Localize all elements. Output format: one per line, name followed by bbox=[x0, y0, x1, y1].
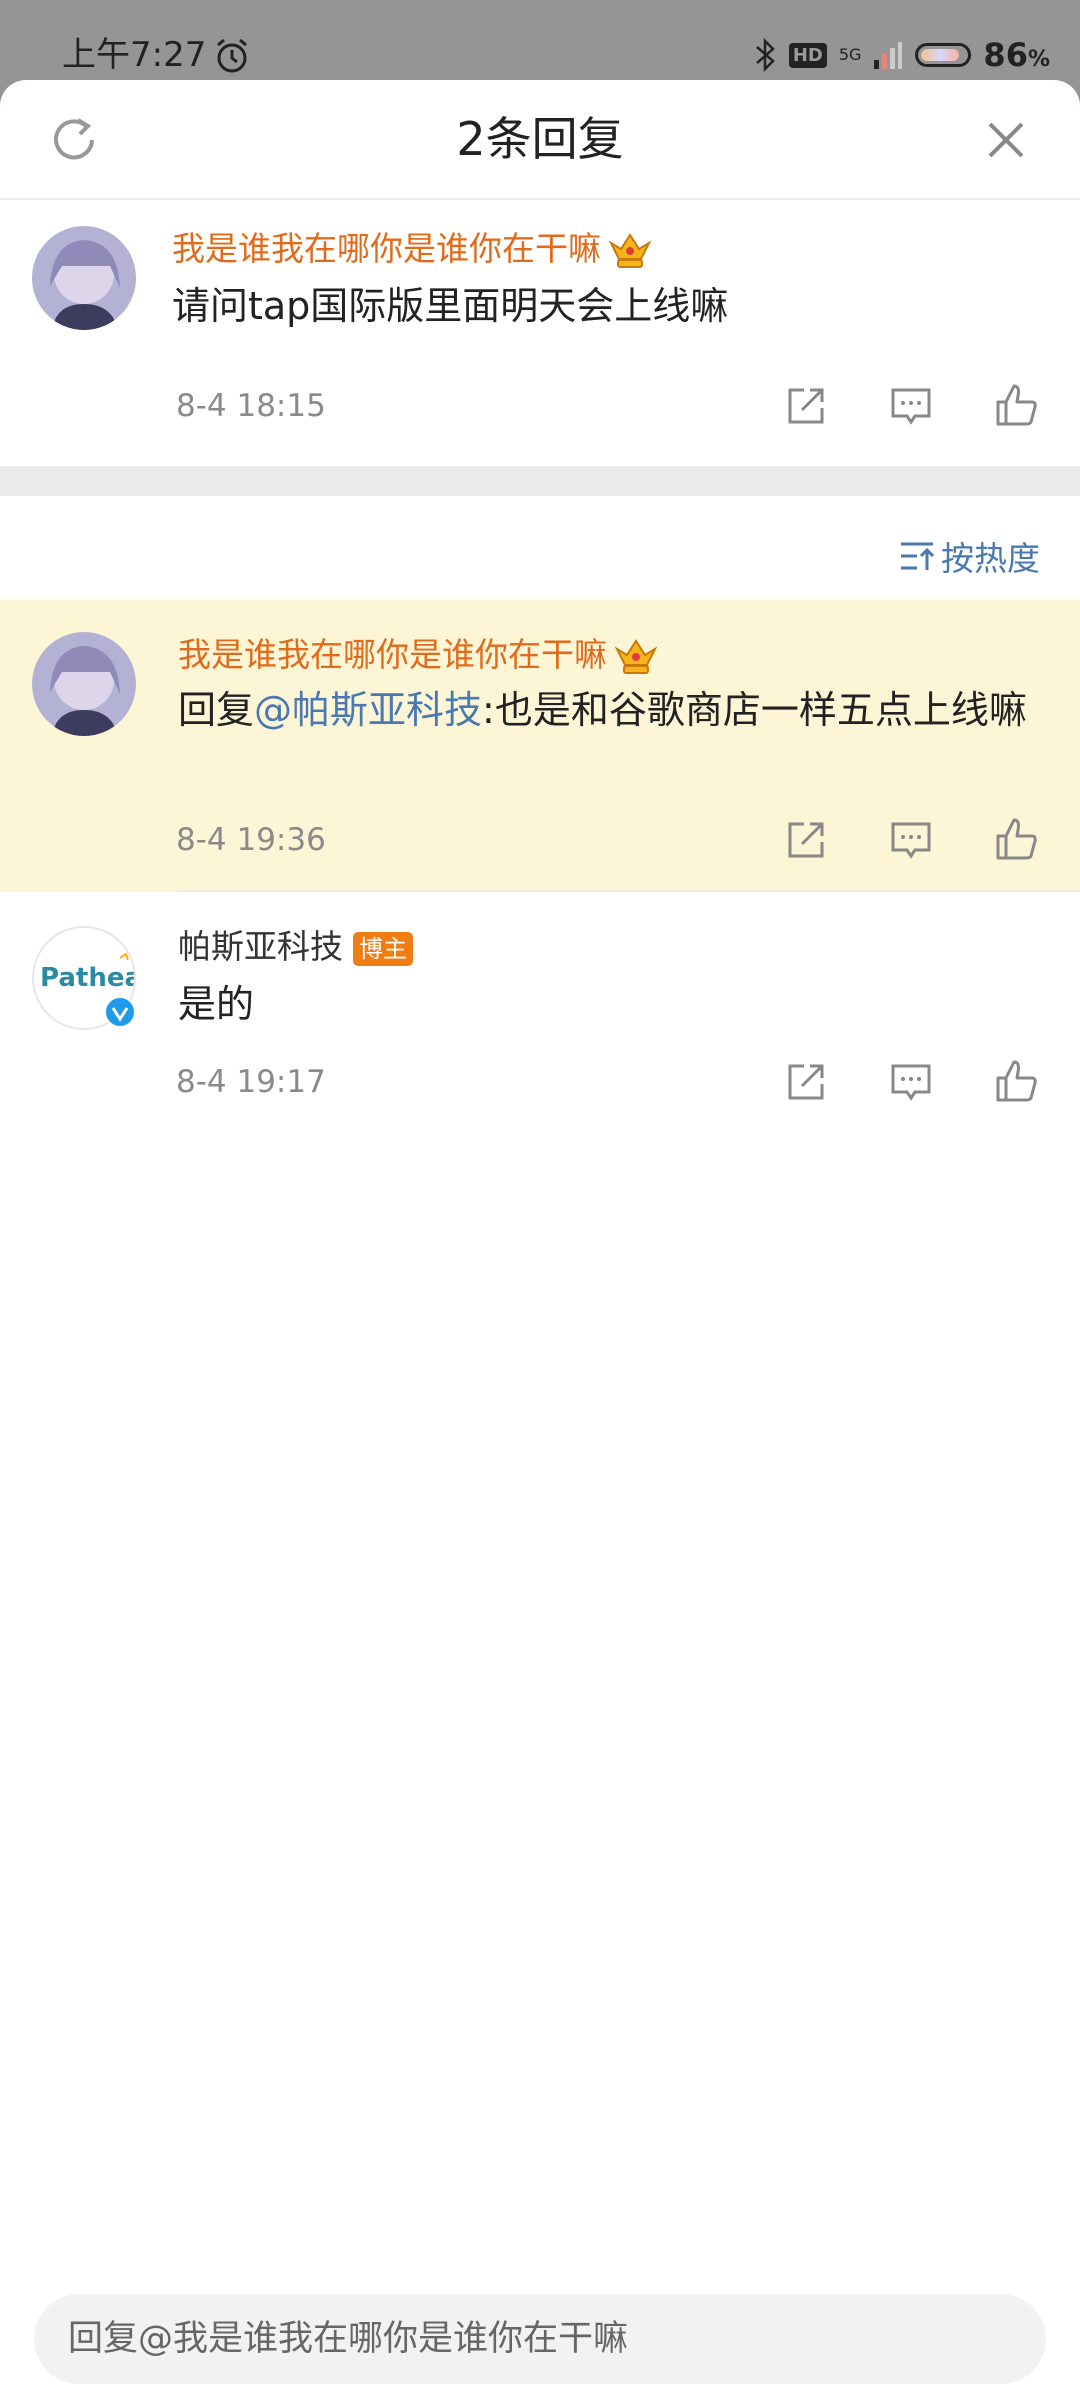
sheet-header: 2条回复 bbox=[0, 80, 1080, 200]
status-bar: 上午7:27 HD 5G 86% bbox=[0, 0, 1080, 80]
bluetooth-icon bbox=[756, 37, 775, 73]
status-icons: HD 5G 86% bbox=[753, 30, 1050, 80]
avatar[interactable] bbox=[32, 226, 136, 330]
share-icon[interactable] bbox=[780, 380, 832, 432]
comment-icon[interactable] bbox=[885, 814, 937, 866]
battery-icon bbox=[915, 43, 972, 67]
verified-icon bbox=[104, 996, 136, 1028]
comment-icon[interactable] bbox=[885, 1056, 937, 1108]
reply-username[interactable]: 我是谁我在哪你是谁你在干嘛 bbox=[178, 630, 659, 680]
replies-sheet: 2条回复 我是谁我在哪你是谁你在干嘛 请问tap国际版里面明天会上线嘛 8-4 … bbox=[0, 80, 1080, 2400]
reply-item: 我是谁我在哪你是谁你在干嘛 回复@帕斯亚科技:也是和谷歌商店一样五点上线嘛 8-… bbox=[0, 600, 1080, 892]
like-icon[interactable] bbox=[990, 1056, 1042, 1108]
share-icon[interactable] bbox=[780, 1056, 832, 1108]
reply-timestamp: 8-4 19:36 bbox=[176, 822, 326, 858]
share-icon[interactable] bbox=[780, 814, 832, 866]
reply-username[interactable]: 帕斯亚科技 博主 bbox=[178, 922, 413, 972]
root-comment: 我是谁我在哪你是谁你在干嘛 请问tap国际版里面明天会上线嘛 8-4 18:15 bbox=[0, 198, 1080, 466]
comment-username[interactable]: 我是谁我在哪你是谁你在干嘛 bbox=[172, 224, 653, 274]
sort-icon bbox=[901, 542, 935, 570]
sort-label: 按热度 bbox=[941, 539, 1040, 578]
blogger-badge: 博主 bbox=[353, 931, 413, 966]
mention-link[interactable]: @帕斯亚科技 bbox=[254, 688, 482, 732]
comment-text: 请问tap国际版里面明天会上线嘛 bbox=[172, 284, 729, 328]
reply-text: 回复@帕斯亚科技:也是和谷歌商店一样五点上线嘛 bbox=[178, 688, 1027, 732]
battery-percent: 86% bbox=[983, 36, 1050, 74]
reply-item: Pathea 帕斯亚科技 博主 是的 8-4 19:17 bbox=[0, 892, 1080, 1122]
sheet-title: 2条回复 bbox=[456, 112, 624, 166]
avatar-logo: Pathea bbox=[40, 963, 134, 993]
sort-button[interactable]: 按热度 bbox=[899, 526, 1040, 586]
section-divider bbox=[0, 466, 1080, 496]
hd-indicator: HD bbox=[788, 42, 827, 68]
close-icon[interactable] bbox=[976, 110, 1036, 170]
crown-icon bbox=[608, 232, 652, 268]
network-type: 5G bbox=[838, 45, 862, 64]
reply-input[interactable]: 回复@我是谁我在哪你是谁你在干嘛 bbox=[34, 2294, 1046, 2384]
status-time: 上午7:27 bbox=[62, 35, 207, 75]
like-icon[interactable] bbox=[990, 380, 1042, 432]
like-icon[interactable] bbox=[990, 814, 1042, 866]
crown-icon bbox=[614, 638, 658, 674]
reply-timestamp: 8-4 19:17 bbox=[176, 1064, 326, 1100]
reply-text: 是的 bbox=[178, 982, 255, 1026]
comment-icon[interactable] bbox=[885, 380, 937, 432]
avatar[interactable] bbox=[32, 632, 136, 736]
signal-icon bbox=[874, 42, 903, 69]
alarm-icon bbox=[217, 38, 247, 73]
comment-timestamp: 8-4 18:15 bbox=[176, 388, 326, 424]
